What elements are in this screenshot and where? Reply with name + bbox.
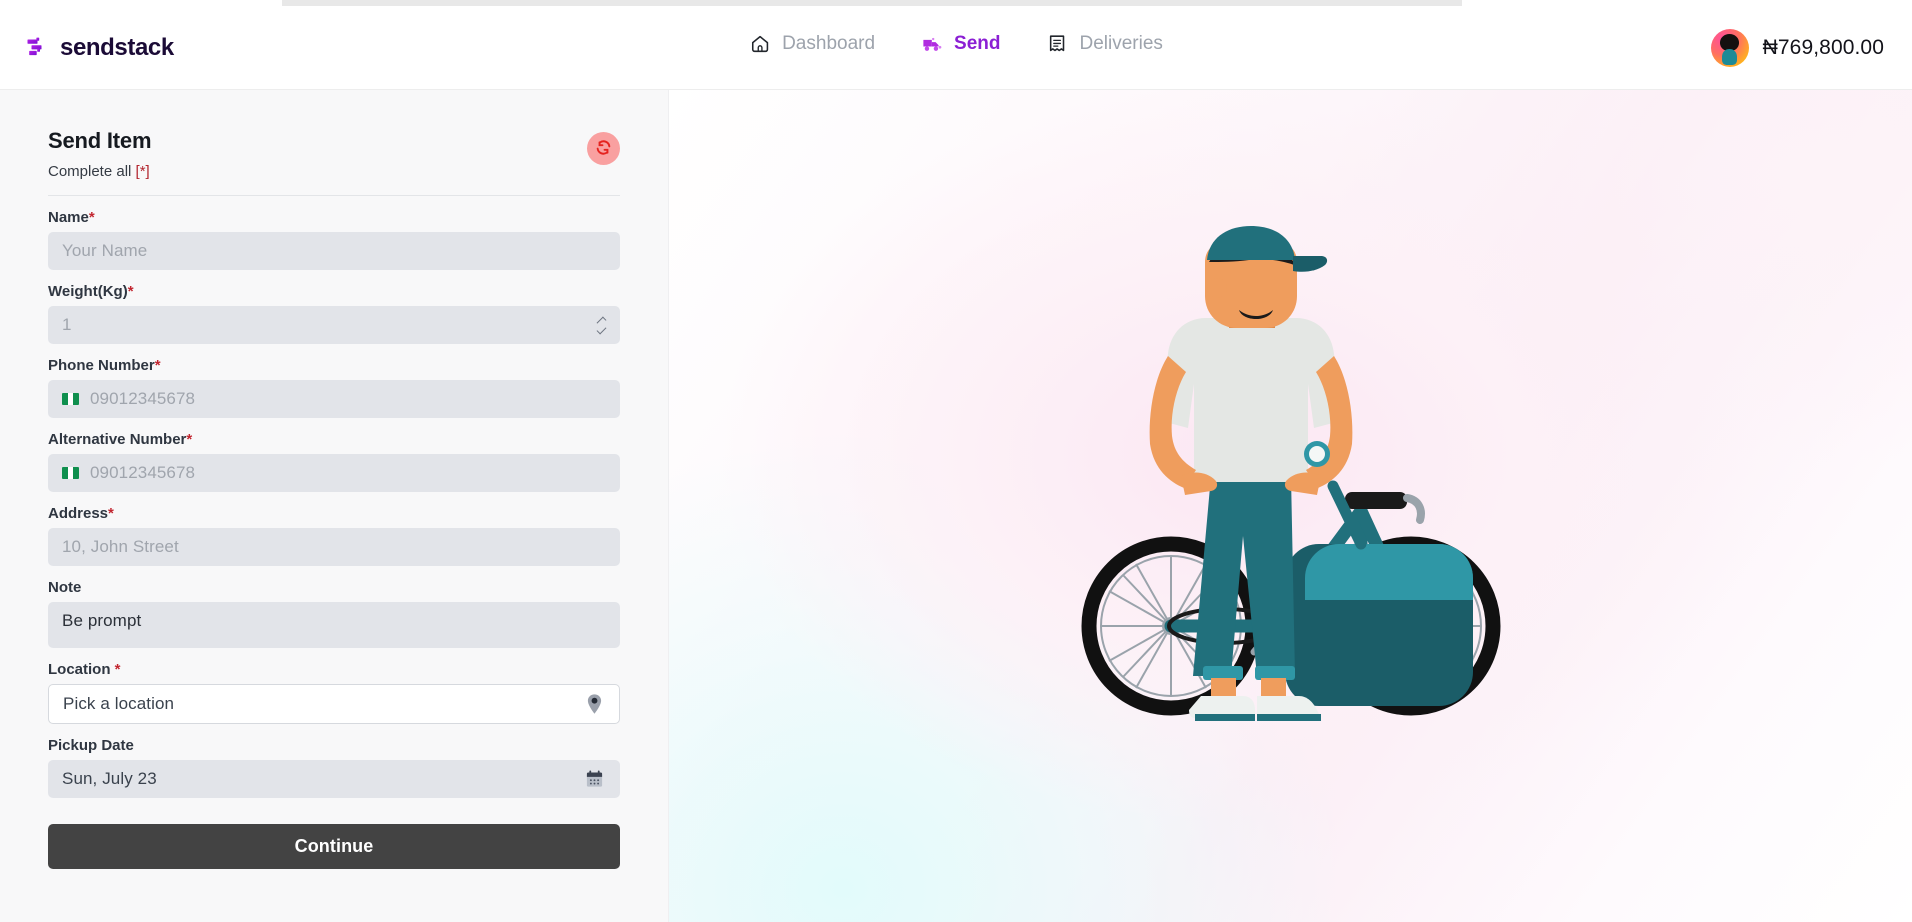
nigeria-flag-icon — [62, 393, 79, 405]
form-subtitle-text: Complete all — [48, 163, 136, 180]
field-pickup-date: Pickup Date Sun, July 23 — [48, 737, 620, 798]
location-value: Pick a location — [63, 694, 175, 713]
continue-button[interactable]: Continue — [48, 824, 620, 869]
field-note: Note Be prompt — [48, 579, 620, 648]
required-marker: * — [154, 357, 161, 374]
avatar[interactable] — [1710, 28, 1749, 67]
alternative-number-input[interactable]: 09012345678 — [48, 454, 620, 492]
pickup-date-input[interactable]: Sun, July 23 — [48, 760, 620, 798]
label-note: Note — [48, 579, 82, 596]
field-address: Address* 10, John Street — [48, 505, 620, 566]
brand-name: sendstack — [60, 33, 174, 61]
sendstack-logo-icon — [26, 35, 51, 60]
required-marker: * — [88, 209, 95, 226]
workspace: Send Item Complete all [*] Name* Your Na… — [0, 90, 1912, 922]
map-pin-icon[interactable] — [586, 694, 603, 715]
required-marker: * — [108, 505, 114, 522]
nav-label-deliveries: Deliveries — [1079, 32, 1163, 54]
required-marker: * — [186, 431, 193, 448]
address-input[interactable]: 10, John Street — [48, 528, 620, 566]
label-address: Address* — [48, 505, 114, 522]
nigeria-flag-icon — [62, 467, 79, 479]
required-marker: * — [114, 661, 121, 678]
name-input[interactable]: Your Name — [48, 232, 620, 270]
address-placeholder: 10, John Street — [62, 537, 179, 556]
pickup-date-value: Sun, July 23 — [62, 769, 157, 788]
nav-item-deliveries[interactable]: Deliveries — [1046, 32, 1163, 55]
main-nav: Dashboard Send Deliveries — [749, 33, 1163, 55]
phone-number-placeholder: 09012345678 — [90, 389, 196, 408]
form-subtitle-required: [*] — [135, 163, 150, 180]
number-spinner-icon[interactable] — [595, 314, 608, 336]
weight-input[interactable]: 1 — [48, 306, 620, 344]
send-item-form-panel: Send Item Complete all [*] Name* Your Na… — [0, 90, 668, 922]
nav-item-dashboard[interactable]: Dashboard — [749, 33, 875, 55]
header-divider — [48, 195, 620, 196]
field-alternative-number: Alternative Number* 09012345678 — [48, 431, 620, 492]
name-placeholder: Your Name — [62, 241, 148, 260]
delivery-rider-illustration — [1061, 226, 1521, 786]
delivery-bag — [1284, 480, 1473, 706]
nav-label-send: Send — [954, 32, 1001, 54]
note-textarea[interactable]: Be prompt — [48, 602, 620, 648]
location-select[interactable]: Pick a location — [48, 684, 620, 724]
required-marker: * — [127, 283, 134, 300]
receipt-icon — [1046, 33, 1068, 55]
field-weight: Weight(Kg)* 1 — [48, 283, 620, 344]
refresh-icon — [594, 138, 613, 160]
label-weight: Weight(Kg)* — [48, 283, 134, 300]
account-wallet[interactable]: ₦769,800.00 — [1710, 28, 1884, 67]
reset-form-button[interactable] — [587, 132, 620, 165]
home-icon — [749, 33, 771, 55]
note-value: Be prompt — [62, 611, 142, 630]
form-subtitle: Complete all [*] — [48, 163, 151, 180]
nav-label-dashboard: Dashboard — [782, 32, 876, 54]
alternative-number-placeholder: 09012345678 — [90, 463, 196, 482]
label-phone-number: Phone Number* — [48, 357, 161, 374]
top-navigation-bar: sendstack Dashboard Send Deliveries ₦769… — [0, 6, 1912, 90]
field-name: Name* Your Name — [48, 209, 620, 270]
brand-logo[interactable]: sendstack — [26, 34, 174, 62]
label-pickup-date: Pickup Date — [48, 737, 134, 754]
label-alternative-number: Alternative Number* — [48, 431, 193, 448]
weight-value: 1 — [62, 315, 72, 334]
field-location: Location * Pick a location — [48, 661, 620, 724]
label-location: Location * — [48, 661, 121, 678]
calendar-icon[interactable] — [585, 770, 604, 789]
label-name: Name* — [48, 209, 95, 226]
nav-item-send[interactable]: Send — [921, 33, 1000, 55]
page-title: Send Item — [48, 128, 152, 153]
field-phone-number: Phone Number* 09012345678 — [48, 357, 620, 418]
delivery-truck-icon — [921, 33, 943, 55]
form-header: Send Item Complete all [*] — [48, 128, 620, 180]
phone-number-input[interactable]: 09012345678 — [48, 380, 620, 418]
illustration-panel — [668, 90, 1912, 922]
wallet-balance: ₦769,800.00 — [1762, 35, 1884, 59]
